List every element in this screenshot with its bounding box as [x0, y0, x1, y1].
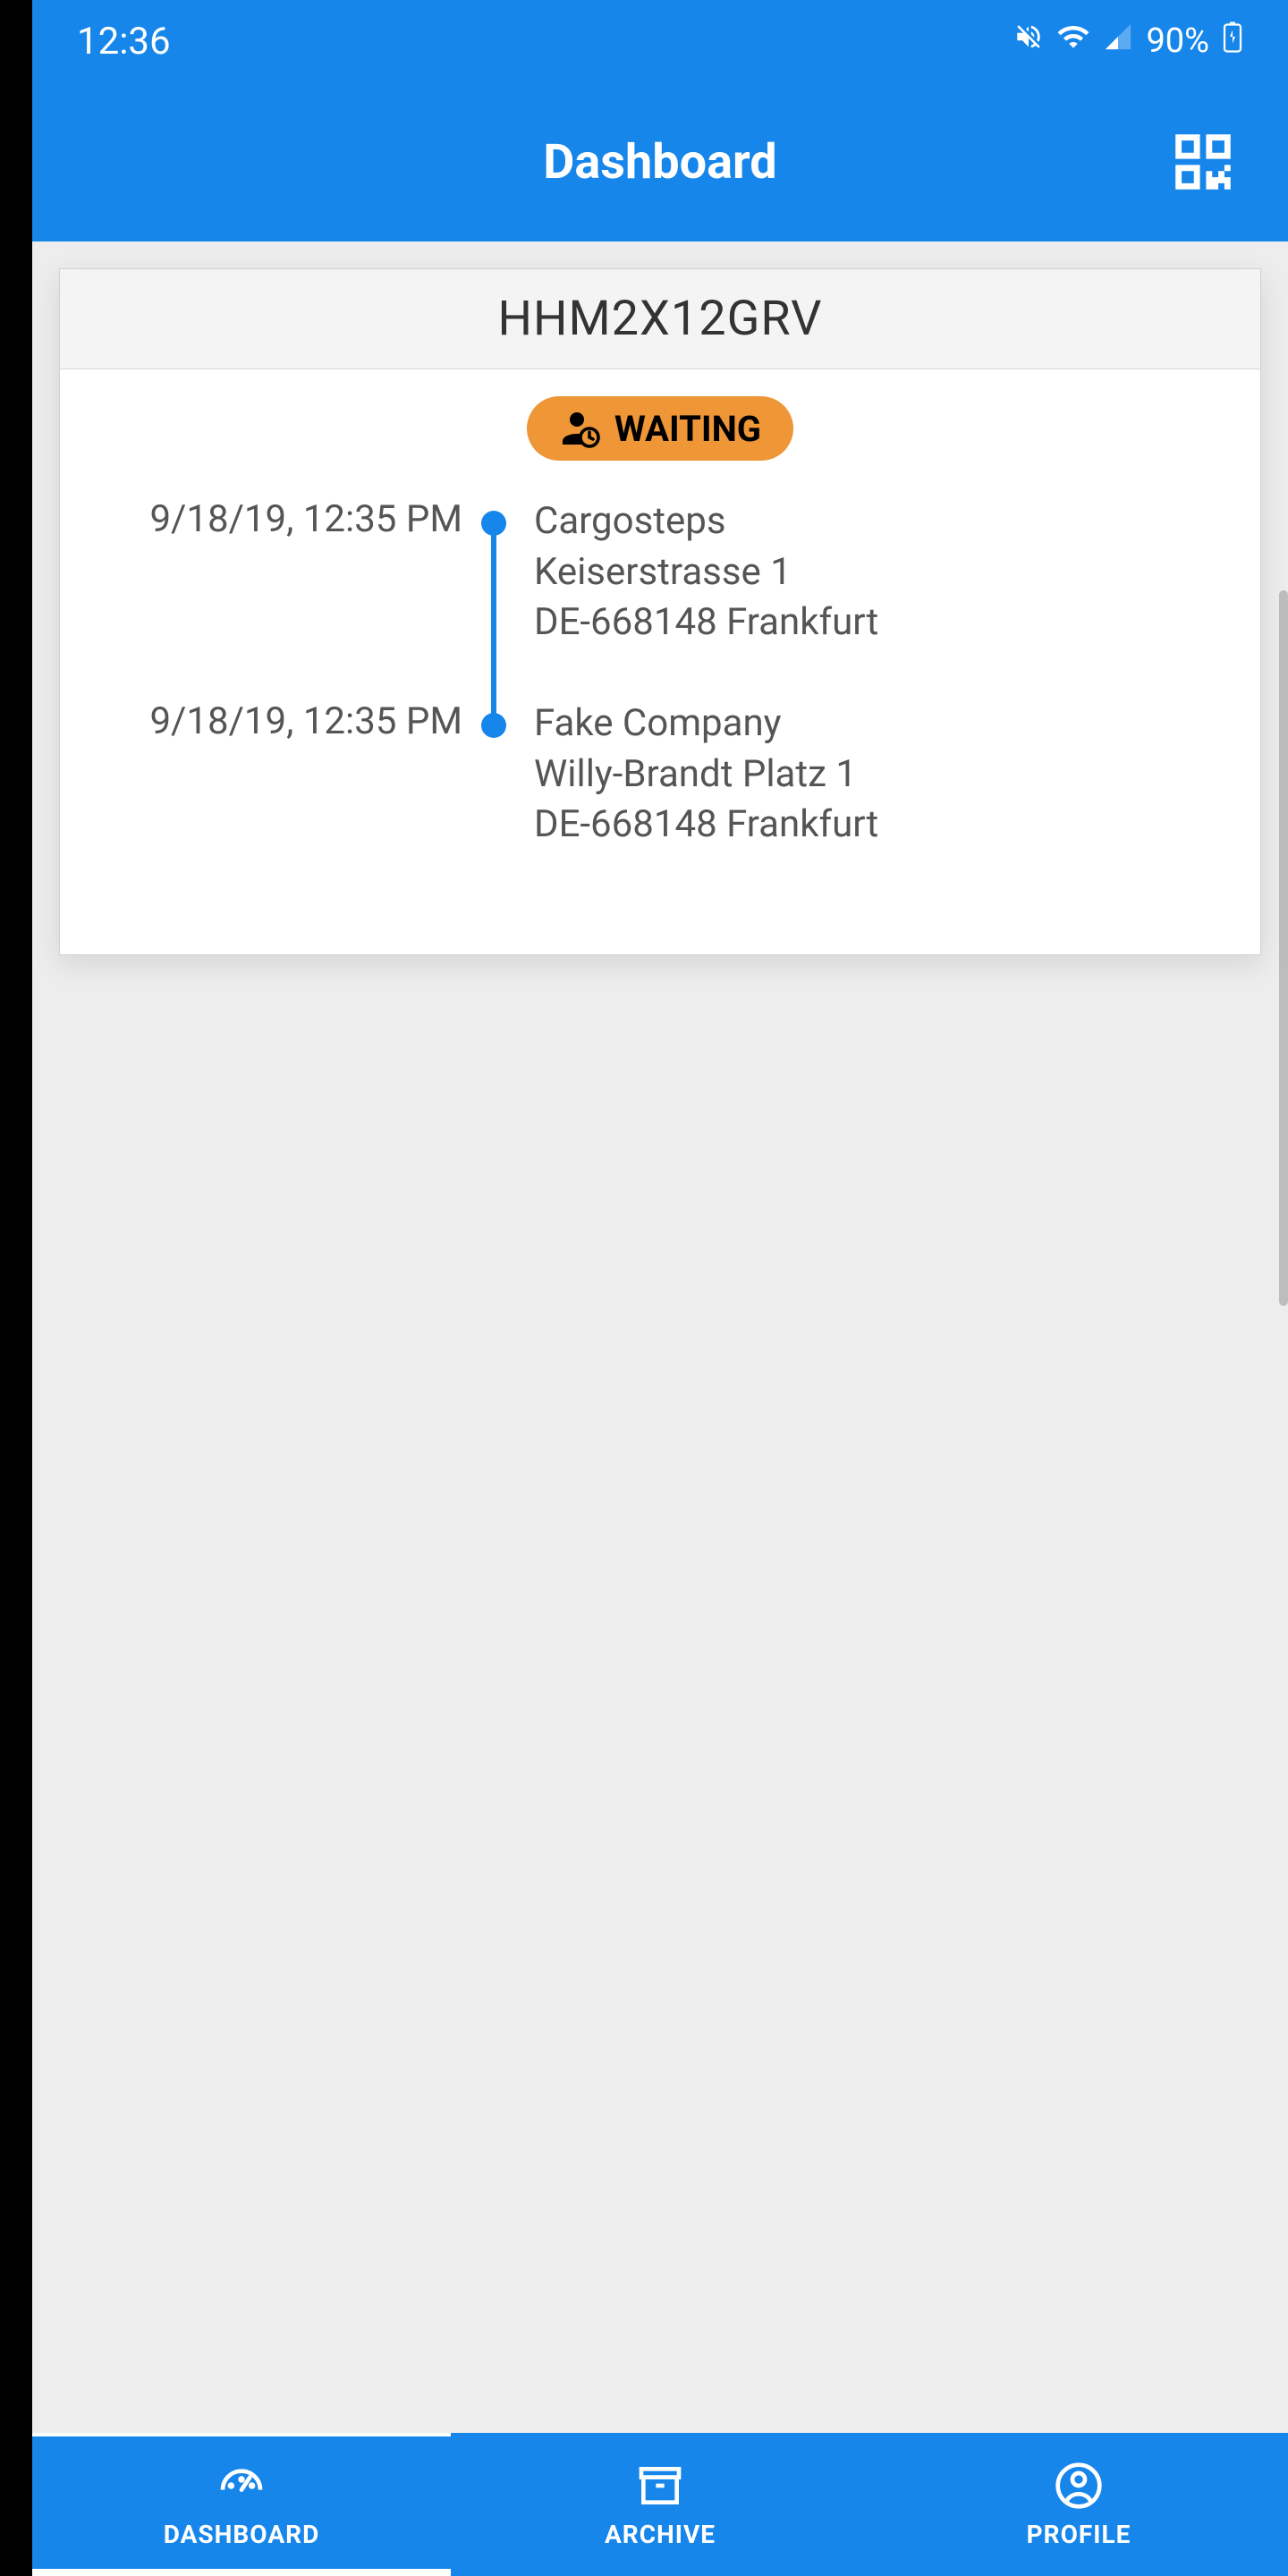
status-text: WAITING [614, 408, 761, 450]
nav-label: DASHBOARD [164, 2520, 320, 2549]
signal-icon [1103, 21, 1133, 61]
status-bar: 12:36 90% [32, 0, 1288, 82]
battery-text: 90% [1146, 21, 1209, 61]
stop-details: Cargosteps Keiserstrasse 1 DE-668148 Fra… [525, 496, 1207, 648]
status-badge-wrapper: WAITING [114, 396, 1207, 461]
nav-label: PROFILE [1027, 2520, 1131, 2549]
timeline-stop: 9/18/19, 12:35 PM Fake Company Willy-Bra… [114, 699, 1207, 851]
qr-icon [1166, 125, 1240, 199]
mute-icon [1013, 21, 1044, 61]
stop-company: Fake Company [534, 699, 1207, 750]
stop-street: Willy-Brandt Platz 1 [534, 750, 1207, 801]
qr-scan-button[interactable] [1163, 122, 1243, 202]
scrollbar[interactable] [1279, 590, 1288, 1306]
stop-time: 9/18/19, 12:35 PM [114, 699, 462, 851]
gauge-icon [216, 2461, 267, 2511]
stop-time: 9/18/19, 12:35 PM [114, 496, 462, 648]
stop-street: Keiserstrasse 1 [534, 547, 1207, 598]
status-time: 12:36 [77, 20, 171, 64]
page-title: Dashboard [543, 134, 776, 191]
stop-details: Fake Company Willy-Brandt Platz 1 DE-668… [525, 699, 1207, 851]
nav-dashboard[interactable]: DASHBOARD [32, 2433, 451, 2576]
stop-company: Cargosteps [534, 496, 1207, 547]
nav-indicator [32, 2569, 451, 2576]
battery-icon [1222, 21, 1243, 62]
card-header: HHM2X12GRV [60, 269, 1260, 369]
nav-profile[interactable]: PROFILE [869, 2433, 1288, 2576]
status-icons: 90% [1013, 20, 1243, 63]
timeline-stop: 9/18/19, 12:35 PM Cargosteps Keiserstras… [114, 496, 1207, 648]
nav-archive[interactable]: ARCHIVE [451, 2433, 869, 2576]
archive-icon [635, 2461, 685, 2511]
shipment-card[interactable]: HHM2X12GRV WAITING [59, 268, 1261, 955]
wifi-icon [1056, 20, 1090, 63]
stop-marker [462, 699, 525, 851]
stop-marker [462, 496, 525, 648]
stop-city: DE-668148 Frankfurt [534, 800, 1207, 851]
card-body: WAITING 9/18/19, 12:35 PM Cargosteps Kei… [60, 369, 1260, 954]
person-waiting-icon [559, 407, 602, 450]
bottom-nav: DASHBOARD ARCHIVE PROFILE [32, 2433, 1288, 2576]
profile-icon [1054, 2461, 1104, 2511]
tracking-code: HHM2X12GRV [81, 291, 1239, 347]
main-content: HHM2X12GRV WAITING [32, 242, 1288, 2433]
timeline: 9/18/19, 12:35 PM Cargosteps Keiserstras… [114, 496, 1207, 851]
nav-label: ARCHIVE [605, 2520, 716, 2549]
app-header: Dashboard [32, 82, 1288, 242]
status-badge: WAITING [527, 396, 793, 461]
stop-city: DE-668148 Frankfurt [534, 597, 1207, 648]
